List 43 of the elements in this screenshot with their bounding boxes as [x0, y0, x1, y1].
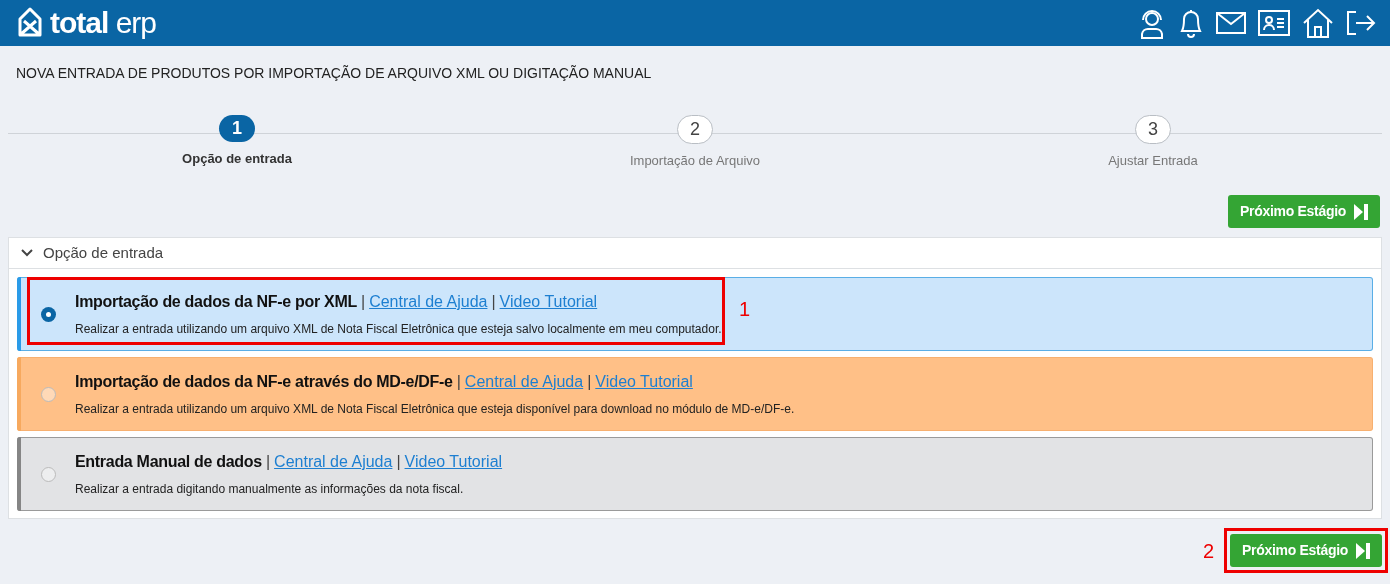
- option-description: Realizar a entrada utilizando um arquivo XML de Nota Fiscal Eletrônica que esteja salvo localmente em meu computador.: [75, 321, 722, 338]
- separator: |: [265, 452, 271, 472]
- option-card[interactable]: Entrada Manual de dados | Central de Ajuda | Video Tutorial Realizar a entrada digitando manualmente as informações da nota fiscal.: [17, 437, 1373, 511]
- radio-button[interactable]: [40, 386, 56, 402]
- support-agent-icon[interactable]: [1138, 7, 1166, 39]
- separator: |: [587, 372, 592, 392]
- bell-icon[interactable]: [1178, 7, 1204, 39]
- radio-button[interactable]: [40, 306, 56, 322]
- option-title: Importação de dados da NF-e por XML: [75, 292, 357, 312]
- separator: |: [456, 372, 461, 392]
- separator: |: [396, 452, 401, 472]
- option-title: Importação de dados da NF-e através do MD-e/DF-e: [75, 372, 453, 392]
- callout-number: 2: [1202, 538, 1214, 564]
- option-title: Entrada Manual de dados: [75, 452, 262, 472]
- help-link[interactable]: Central de Ajuda: [369, 290, 488, 314]
- separator: |: [491, 292, 496, 312]
- step-label: Ajustar Entrada: [1108, 152, 1198, 170]
- skip-next-icon: [1354, 203, 1368, 220]
- help-link[interactable]: Central de Ajuda: [274, 450, 393, 474]
- step-label: Importação de Arquivo: [629, 152, 761, 170]
- logo-text: total erp: [50, 8, 157, 38]
- option-description: Realizar a entrada utilizando um arquivo XML de Nota Fiscal Eletrônica que esteja disponível para download no módulo de MD-e/DF-e.: [75, 401, 795, 418]
- callout-number: 1: [739, 297, 751, 322]
- next-stage-button[interactable]: Próximo Estágio: [1228, 195, 1380, 228]
- help-link[interactable]: Video Tutorial: [499, 290, 598, 314]
- option-card[interactable]: Importação de dados da NF-e por XML | Central de Ajuda | Video Tutorial Realizar a entrada utilizando um arquivo XML de Nota Fiscal Eletrônica que esteja salvo localmente em meu computador. 1: [17, 277, 1373, 351]
- option-card[interactable]: [17, 357, 1373, 431]
- mail-icon[interactable]: [1216, 12, 1246, 34]
- skip-next-icon: [1356, 542, 1370, 559]
- logout-icon[interactable]: [1346, 10, 1376, 36]
- help-link[interactable]: Central de Ajuda: [464, 370, 584, 394]
- id-card-icon[interactable]: [1258, 10, 1290, 36]
- help-link[interactable]: Video Tutorial: [404, 450, 503, 474]
- logo-icon: [16, 7, 44, 39]
- option-description: Realizar a entrada digitando manualmente as informações da nota fiscal.: [75, 481, 465, 498]
- step-label: Opção de entrada: [182, 150, 292, 168]
- help-link[interactable]: Video Tutorial: [595, 370, 693, 394]
- home-icon[interactable]: [1302, 8, 1334, 38]
- separator: |: [361, 292, 366, 312]
- next-stage-button[interactable]: Próximo Estágio: [1230, 534, 1382, 567]
- panel-header[interactable]: Opção de entrada: [9, 238, 1381, 269]
- page-title: NOVA ENTRADA DE PRODUTOS POR IMPORTAÇÃO DE ARQUIVO XML OU DIGITAÇÃO MANUAL: [15, 64, 653, 83]
- radio-button[interactable]: [40, 466, 56, 482]
